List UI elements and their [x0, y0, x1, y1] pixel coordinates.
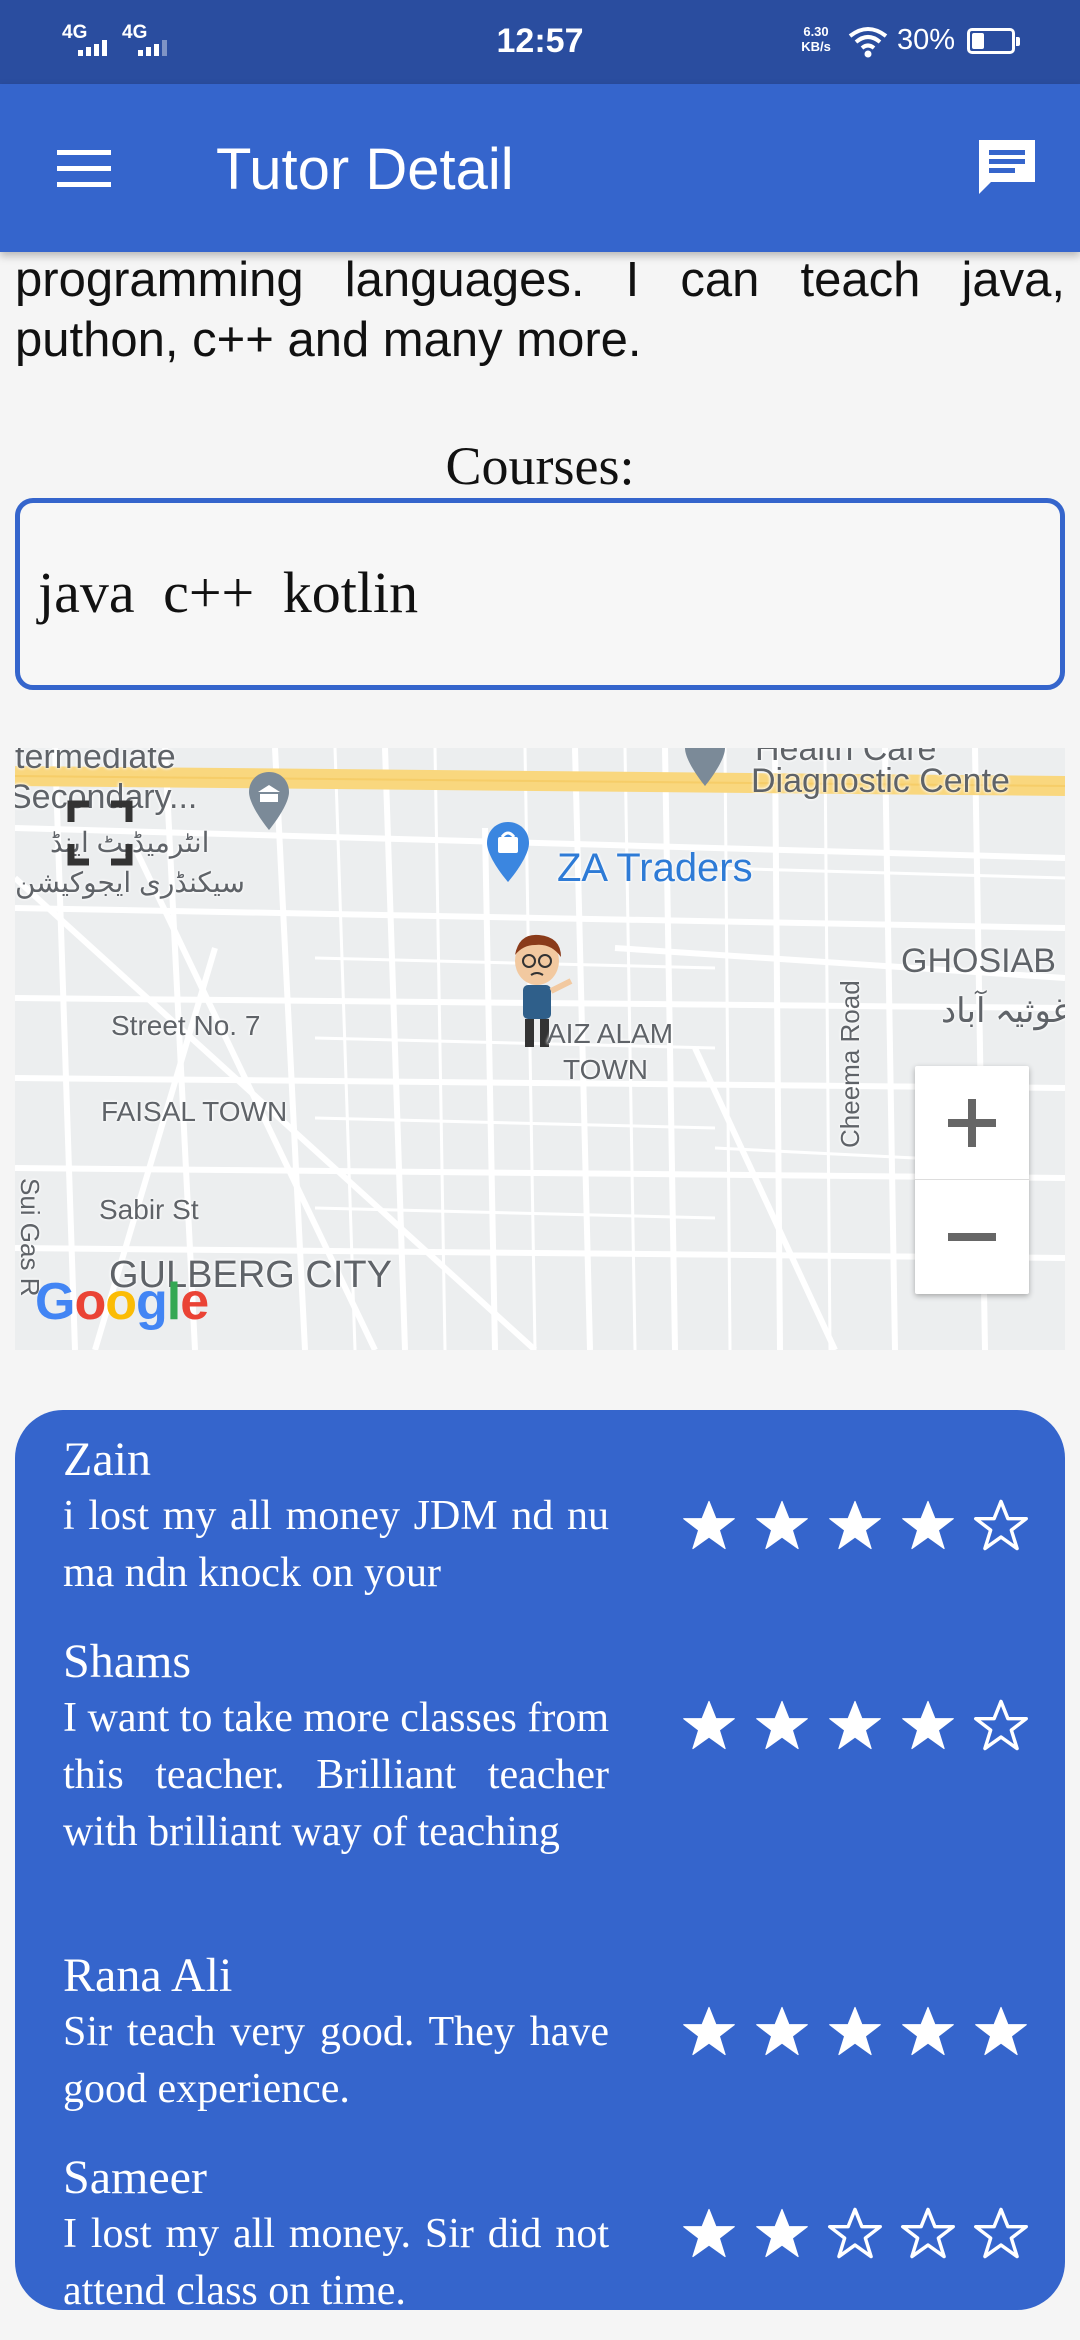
map-label-diagnostic: Diagnostic Cente [751, 762, 1010, 800]
star-filled-icon [756, 2208, 808, 2258]
review-text: Sir teach very good. They have good expe… [63, 2009, 609, 2112]
chat-icon[interactable] [975, 136, 1039, 200]
review-item: Zain i lost my all money JDM nd nu ma nd… [63, 1432, 1028, 1602]
reviewer-name: Zain [63, 1433, 151, 1486]
courses-label: Courses: [445, 436, 635, 496]
network-speed-value: 6.30 [803, 24, 829, 39]
map-label-cheema-road: Cheema Road [835, 980, 865, 1148]
star-filled-icon [683, 1500, 735, 1550]
review-text: I want to take more classes from this te… [63, 1695, 609, 1855]
app-bar: Tutor Detail [0, 84, 1080, 252]
courses-value: java c++ kotlin [38, 560, 419, 625]
star-filled-icon [829, 2006, 881, 2056]
reviewer-name: Shams [63, 1635, 192, 1688]
rating-stars [681, 2206, 1029, 2260]
star-empty-icon [828, 2207, 882, 2259]
star-filled-icon [683, 2006, 735, 2056]
menu-icon[interactable] [57, 150, 111, 188]
map-label-faisal-town: FAISAL TOWN [101, 1096, 288, 1127]
map-label-faiz-alam: AIZ ALAM [547, 1018, 674, 1049]
star-empty-icon [974, 1499, 1028, 1551]
map-view[interactable]: termediate Secondary... انٹرمیڈیٹ اینڈ س… [15, 748, 1065, 1350]
star-filled-icon [902, 1500, 954, 1550]
reviewer-name: Rana Ali [63, 1949, 233, 2002]
education-pin-icon[interactable] [247, 770, 291, 832]
zoom-out-button[interactable] [915, 1180, 1029, 1294]
star-empty-icon [974, 1699, 1028, 1751]
star-filled-icon [683, 2208, 735, 2258]
star-filled-icon [902, 1700, 954, 1750]
reviews-card: Zain i lost my all money JDM nd nu ma nd… [15, 1410, 1065, 2310]
review-item: Rana Ali Sir teach very good. They have … [63, 1948, 1027, 2118]
map-label-ghosia: GHOSIAB [901, 942, 1056, 980]
map-label-ghosia-urdu: غوثیہ آباد [941, 992, 1065, 1030]
rating-stars [681, 2004, 1029, 2058]
star-empty-icon [901, 2207, 955, 2259]
star-filled-icon [829, 1700, 881, 1750]
health-pin-icon[interactable] [683, 748, 727, 788]
page-title: Tutor Detail [216, 137, 514, 202]
zoom-controls [915, 1066, 1029, 1294]
wifi-icon [848, 27, 888, 58]
map-label-urdu-secondary: سیکنڈری ایجوکیشن [15, 867, 245, 898]
map-label-za-traders: ZA Traders [557, 846, 753, 890]
review-text: I lost my all money. Sir did not attend … [63, 2211, 609, 2310]
courses-field: java c++ kotlin [15, 498, 1065, 690]
review-item: Sameer I lost my all money. Sir did not … [63, 2150, 1028, 2310]
network-speed: 6.30 KB/s [796, 24, 836, 54]
map-label-town: TOWN [563, 1054, 649, 1085]
minus-icon [948, 1233, 996, 1241]
review-text: i lost my all money JDM nd nu ma ndn kno… [63, 1493, 609, 1596]
review-item: Shams I want to take more classes from t… [63, 1634, 1028, 1861]
zoom-in-button[interactable] [915, 1066, 1029, 1180]
battery-level [972, 33, 984, 49]
star-filled-icon [756, 1700, 808, 1750]
shopping-pin-icon[interactable] [485, 820, 531, 884]
star-filled-icon [975, 2006, 1027, 2056]
star-filled-icon [902, 2006, 954, 2056]
star-filled-icon [756, 1500, 808, 1550]
reviewer-name: Sameer [63, 2151, 207, 2204]
status-bar: 4G 4G 12:57 6.30 KB/s 30% [0, 0, 1080, 84]
map-label-street7: Street No. 7 [111, 1010, 261, 1041]
star-filled-icon [756, 2006, 808, 2056]
map-label-sabir-st: Sabir St [99, 1194, 199, 1225]
rating-stars [681, 1498, 1029, 1552]
map-label-intermediate: termediate [15, 748, 176, 776]
battery-percent: 30% [897, 24, 956, 56]
rating-stars [681, 1698, 1029, 1752]
fullscreen-icon[interactable] [65, 798, 135, 868]
tutor-description: programming languages. I can teach java,… [15, 253, 1065, 367]
star-filled-icon [829, 1500, 881, 1550]
star-empty-icon [974, 2207, 1028, 2259]
battery-icon [967, 28, 1020, 54]
google-logo: Google [35, 1273, 209, 1331]
star-filled-icon [683, 1700, 735, 1750]
network-speed-unit: KB/s [801, 39, 831, 54]
